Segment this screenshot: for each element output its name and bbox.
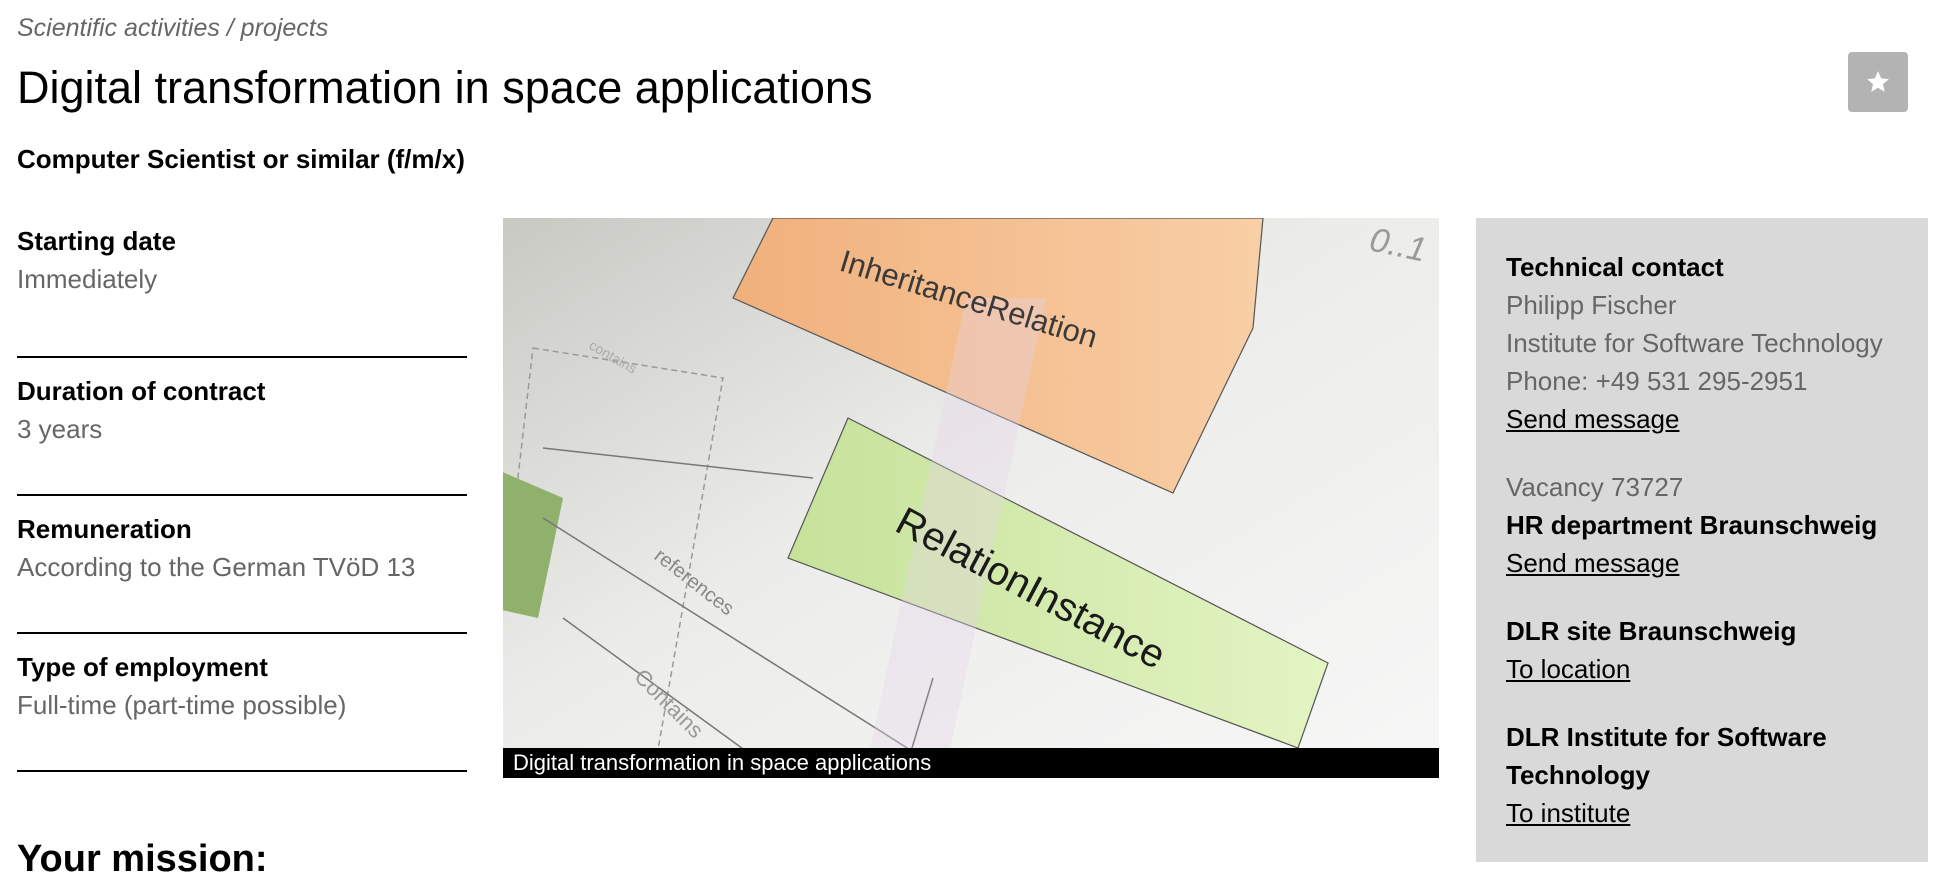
page-title: Digital transformation in space applicat… bbox=[17, 62, 873, 113]
institute-info: DLR Institute for Software Technology To… bbox=[1506, 718, 1898, 832]
fact-value: According to the German TVöD 13 bbox=[17, 552, 416, 582]
star-icon bbox=[1867, 71, 1889, 92]
image-caption: Digital transformation in space applicat… bbox=[503, 748, 1439, 778]
contact-name: Philipp Fischer bbox=[1506, 290, 1677, 320]
site-heading: DLR site Braunschweig bbox=[1506, 616, 1797, 646]
send-message-link-hr[interactable]: Send message bbox=[1506, 544, 1679, 582]
favorite-button[interactable] bbox=[1848, 52, 1908, 112]
contact-institute: Institute for Software Technology bbox=[1506, 328, 1883, 358]
fact-value: 3 years bbox=[17, 414, 103, 444]
job-subtitle: Computer Scientist or similar (f/m/x) bbox=[17, 144, 465, 174]
send-message-link-technical[interactable]: Send message bbox=[1506, 400, 1679, 438]
to-institute-link[interactable]: To institute bbox=[1506, 794, 1630, 832]
fact-remuneration: Remuneration According to the German TVö… bbox=[17, 496, 467, 634]
breadcrumb: Scientific activities / projects bbox=[17, 14, 329, 42]
fact-label: Remuneration bbox=[17, 514, 192, 544]
mission-heading: Your mission: bbox=[17, 838, 268, 880]
to-location-link[interactable]: To location bbox=[1506, 650, 1630, 688]
contact-phone: Phone: +49 531 295-2951 bbox=[1506, 366, 1808, 396]
fact-duration: Duration of contract 3 years bbox=[17, 358, 467, 496]
fact-value: Full-time (part-time possible) bbox=[17, 690, 347, 720]
contact-sidebar: Technical contact Philipp Fischer Instit… bbox=[1476, 218, 1928, 862]
technical-contact: Technical contact Philipp Fischer Instit… bbox=[1506, 248, 1898, 438]
fact-employment-type: Type of employment Full-time (part-time … bbox=[17, 634, 467, 772]
fact-label: Starting date bbox=[17, 226, 176, 256]
institute-heading: DLR Institute for Software Technology bbox=[1506, 722, 1827, 790]
project-image: InheritanceRelation RelationInstance 0..… bbox=[503, 218, 1439, 778]
hr-heading: HR department Braunschweig bbox=[1506, 510, 1878, 540]
job-facts: Starting date Immediately Duration of co… bbox=[17, 220, 467, 772]
fact-starting-date: Starting date Immediately bbox=[17, 220, 467, 358]
hr-contact: Vacancy 73727 HR department Braunschweig… bbox=[1506, 468, 1898, 582]
fact-value: Immediately bbox=[17, 264, 158, 294]
site-info: DLR site Braunschweig To location bbox=[1506, 612, 1898, 688]
uml-diagram-image: InheritanceRelation RelationInstance 0..… bbox=[503, 218, 1439, 778]
fact-label: Type of employment bbox=[17, 652, 268, 682]
fact-label: Duration of contract bbox=[17, 376, 266, 406]
vacancy-number: Vacancy 73727 bbox=[1506, 472, 1684, 502]
technical-contact-heading: Technical contact bbox=[1506, 252, 1724, 282]
